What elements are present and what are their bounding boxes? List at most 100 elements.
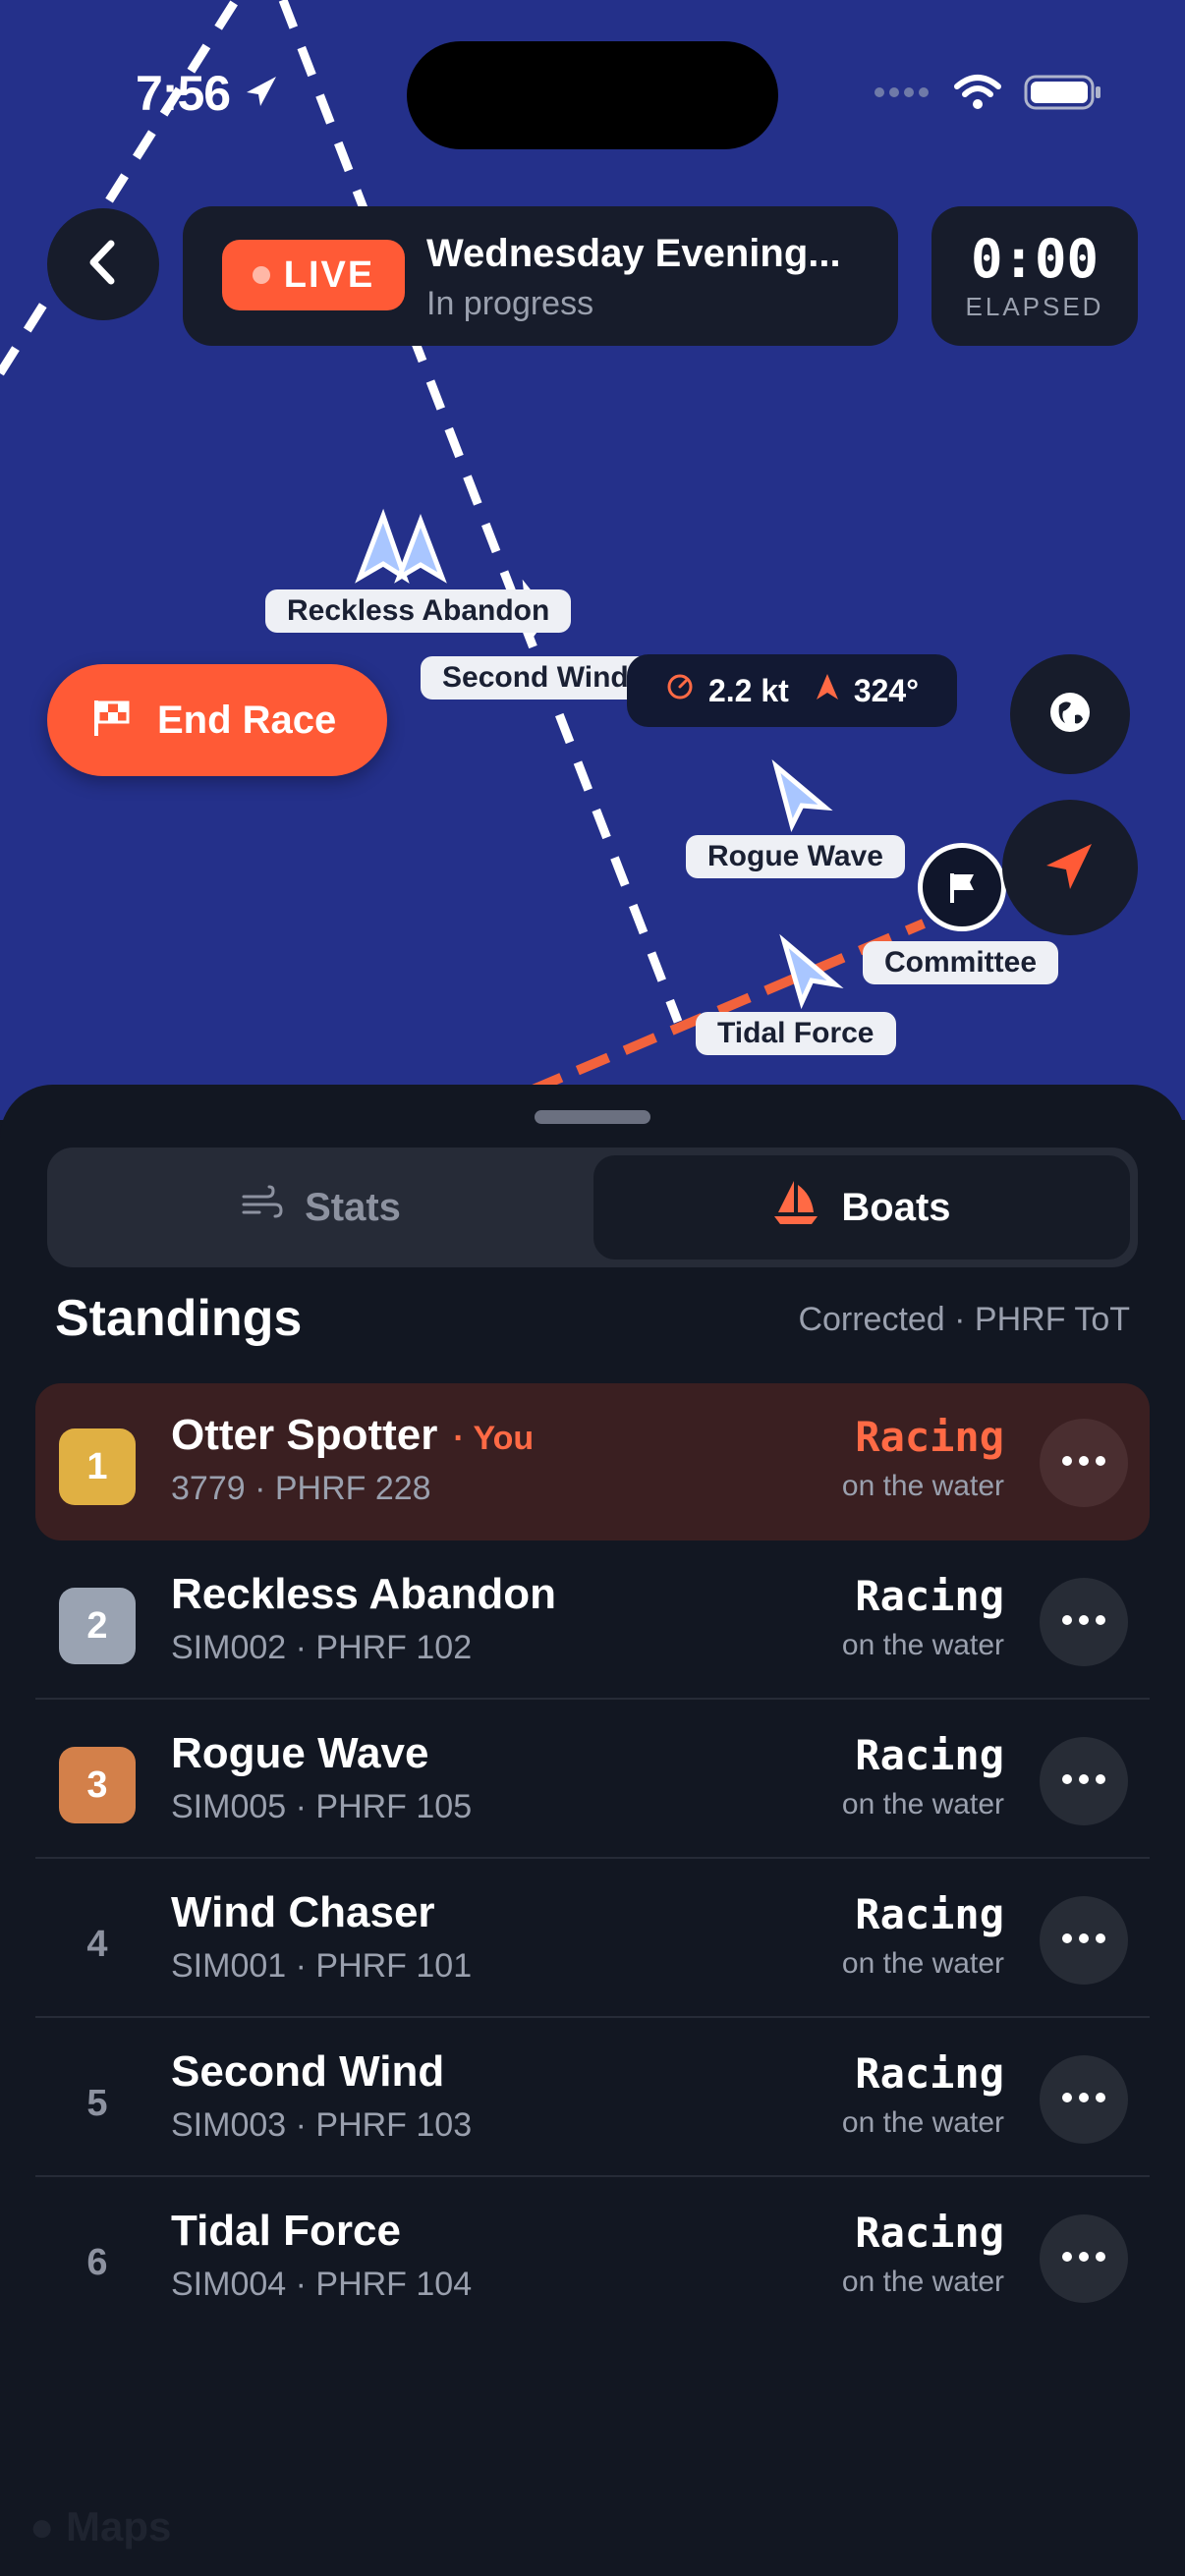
heading-value: 324°	[853, 672, 919, 708]
boat-sail-rating: SIM003 · PHRF 103	[171, 2106, 473, 2144]
elapsed-time-value: 0:00	[970, 228, 1100, 290]
boat-marker	[771, 758, 833, 833]
boat-sail-rating: SIM001 · PHRF 101	[171, 1947, 473, 1985]
standings-row[interactable]: 1 Otter Spotter · You 3779 · PHRF 228 Rac…	[35, 1383, 1150, 1540]
standings-sheet: Stats Boats Standings Corrected · PHRF T…	[0, 1085, 1185, 2576]
clock-text: 7:56	[136, 66, 231, 121]
boat-name-text: Otter Spotter	[171, 1411, 438, 1459]
checkered-flag-icon	[90, 697, 134, 745]
status-bar-icons	[873, 73, 1102, 117]
row-divider	[35, 2016, 1150, 2018]
speed-value: 2.2 kt	[707, 672, 789, 708]
more-options-button[interactable]	[1040, 1896, 1128, 1985]
race-substatus: on the water	[841, 2266, 1004, 2298]
apple-logo-icon: ●	[29, 2503, 55, 2549]
ellipsis-icon	[1061, 1932, 1106, 1949]
boat-sail-rating: SIM005 · PHRF 105	[171, 1788, 473, 1825]
ellipsis-icon	[1061, 1613, 1106, 1631]
rank-badge: 1	[59, 1428, 136, 1505]
rank-number: 5	[86, 2082, 108, 2124]
boat-marker	[394, 513, 447, 584]
race-status: Racing	[855, 2049, 1004, 2098]
boat-name: Otter Spotter · You	[171, 1411, 534, 1460]
boat-sail-rating: 3779 · PHRF 228	[171, 1470, 431, 1507]
standings-row[interactable]: 4 Wind Chaser SIM001 · PHRF 101 Racing o…	[35, 1861, 1150, 2018]
map-label-second-wind[interactable]: Second Wind	[421, 656, 650, 700]
location-arrow-icon	[1041, 836, 1100, 900]
more-options-button[interactable]	[1040, 1578, 1128, 1666]
rank-number: 4	[86, 1923, 108, 1965]
race-substatus: on the water	[841, 1470, 1004, 1502]
tab-boats-label: Boats	[841, 1185, 951, 1229]
elapsed-timer-card: 0:00 ELAPSED	[931, 206, 1138, 346]
back-button[interactable]	[47, 208, 159, 320]
more-options-button[interactable]	[1040, 1737, 1128, 1825]
live-label: LIVE	[283, 253, 375, 296]
boat-marker	[355, 508, 410, 584]
view-segmented-control: Stats Boats	[47, 1148, 1138, 1267]
map-style-button[interactable]	[1010, 654, 1130, 774]
live-dot-icon	[252, 266, 270, 284]
you-tag: · You	[453, 1420, 535, 1457]
location-services-icon	[243, 66, 280, 121]
row-divider	[35, 2175, 1150, 2177]
map-label-committee[interactable]: Committee	[863, 941, 1059, 984]
race-status: Racing	[855, 1413, 1004, 1461]
battery-icon	[1024, 73, 1102, 117]
ellipsis-icon	[1061, 1772, 1106, 1790]
race-info-card[interactable]: LIVE Wednesday Evening... In progress	[183, 206, 898, 346]
boat-name: Reckless Abandon	[171, 1570, 557, 1618]
sailboat-icon	[772, 1177, 819, 1238]
end-race-button[interactable]: End Race	[47, 664, 387, 776]
map-label-rogue-wave[interactable]: Rogue Wave	[686, 835, 905, 878]
maps-attribution-text: Maps	[66, 2503, 172, 2549]
committee-boat-flag-icon[interactable]	[918, 843, 1006, 931]
race-status: In progress	[426, 285, 594, 322]
boat-name: Wind Chaser	[171, 1888, 435, 1936]
status-bar-time: 7:56	[136, 65, 280, 122]
more-options-button[interactable]	[1040, 2055, 1128, 2144]
ellipsis-icon	[1061, 2250, 1106, 2268]
tab-stats-label: Stats	[305, 1185, 401, 1229]
standings-row[interactable]: 3 Rogue Wave SIM005 · PHRF 105 Racing on…	[35, 1702, 1150, 1859]
more-options-button[interactable]	[1040, 2214, 1128, 2303]
standings-scoring-label: Corrected · PHRF ToT	[798, 1301, 1130, 1338]
race-status: Racing	[855, 1572, 1004, 1620]
maps-attribution: ● Maps	[29, 2503, 171, 2550]
standings-title: Standings	[55, 1290, 303, 1347]
map-label-tidal-force[interactable]: Tidal Force	[696, 1012, 896, 1055]
standings-row[interactable]: 6 Tidal Force SIM004 · PHRF 104 Racing o…	[35, 2179, 1150, 2336]
standings-row[interactable]: 5 Second Wind SIM003 · PHRF 103 Racing o…	[35, 2020, 1150, 2177]
race-screen: Reckless Abandon Second Wind Rogue Wave …	[0, 0, 1185, 2576]
boat-sail-rating: SIM002 · PHRF 102	[171, 1629, 473, 1666]
ellipsis-icon	[1061, 1454, 1106, 1472]
race-status: Racing	[855, 1731, 1004, 1779]
boat-name: Second Wind	[171, 2047, 445, 2096]
boat-name: Tidal Force	[171, 2207, 401, 2255]
more-options-button[interactable]	[1040, 1419, 1128, 1507]
race-title: Wednesday Evening...	[426, 232, 841, 275]
boat-marker	[779, 933, 844, 1010]
tab-stats[interactable]: Stats	[55, 1155, 586, 1260]
locate-me-button[interactable]	[1002, 800, 1138, 935]
race-status: Racing	[855, 2209, 1004, 2257]
map-label-reckless-abandon[interactable]: Reckless Abandon	[265, 589, 572, 633]
standings-row[interactable]: 2 Reckless Abandon SIM002 · PHRF 102 Rac…	[35, 1542, 1150, 1700]
row-divider	[35, 1698, 1150, 1700]
sheet-grabber[interactable]	[535, 1110, 650, 1124]
race-substatus: on the water	[841, 1947, 1004, 1980]
rank-number: 6	[86, 2241, 108, 2283]
wind-icon	[240, 1185, 283, 1230]
row-divider	[35, 1857, 1150, 1859]
rank-badge: 3	[59, 1747, 136, 1823]
race-map[interactable]: Reckless Abandon Second Wind Rogue Wave …	[0, 0, 1185, 1120]
cellular-signal-icon	[873, 85, 931, 104]
speed-heading-chip: 2.2 kt 324°	[627, 654, 957, 727]
elapsed-label: ELAPSED	[965, 292, 1104, 321]
boat-name: Rogue Wave	[171, 1729, 429, 1777]
end-race-label: End Race	[157, 698, 337, 742]
chevron-left-icon	[84, 238, 123, 292]
speedometer-icon	[665, 672, 695, 709]
rank-badge: 2	[59, 1588, 136, 1664]
tab-boats[interactable]: Boats	[593, 1155, 1130, 1260]
